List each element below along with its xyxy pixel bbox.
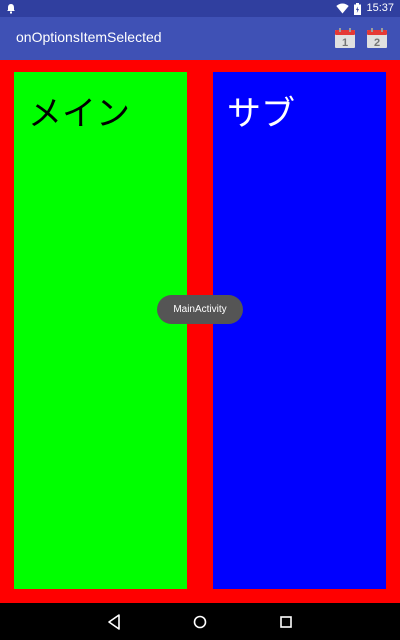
calendar-icon: 1 [335, 28, 355, 49]
recents-icon [280, 616, 292, 628]
toast-message: MainActivity [157, 295, 243, 324]
status-bar: 15:37 [0, 0, 400, 17]
clock: 15:37 [366, 2, 394, 14]
sub-panel: サブ [213, 72, 386, 589]
back-icon [108, 614, 120, 630]
wifi-icon [336, 3, 350, 14]
calendar-1-label: 1 [342, 37, 348, 49]
home-button[interactable] [190, 612, 210, 632]
calendar-icon: 2 [367, 28, 387, 49]
navigation-bar [0, 603, 400, 640]
app-title: onOptionsItemSelected [16, 29, 162, 45]
main-panel-label: メイン [28, 94, 130, 134]
sub-panel-label: サブ [227, 94, 295, 134]
home-icon [193, 615, 207, 629]
calendar-2-button[interactable]: 2 [366, 27, 388, 49]
status-icons: 15:37 [336, 1, 394, 16]
battery-icon [354, 2, 362, 15]
content-area: メイン サブ [0, 60, 400, 603]
main-panel: メイン [14, 72, 187, 589]
back-button[interactable] [104, 612, 124, 632]
recents-button[interactable] [276, 612, 296, 632]
calendar-2-label: 2 [374, 37, 380, 49]
app-bar: onOptionsItemSelected 1 2 [0, 17, 400, 60]
notification-icon [7, 4, 15, 14]
calendar-1-button[interactable]: 1 [334, 27, 356, 49]
